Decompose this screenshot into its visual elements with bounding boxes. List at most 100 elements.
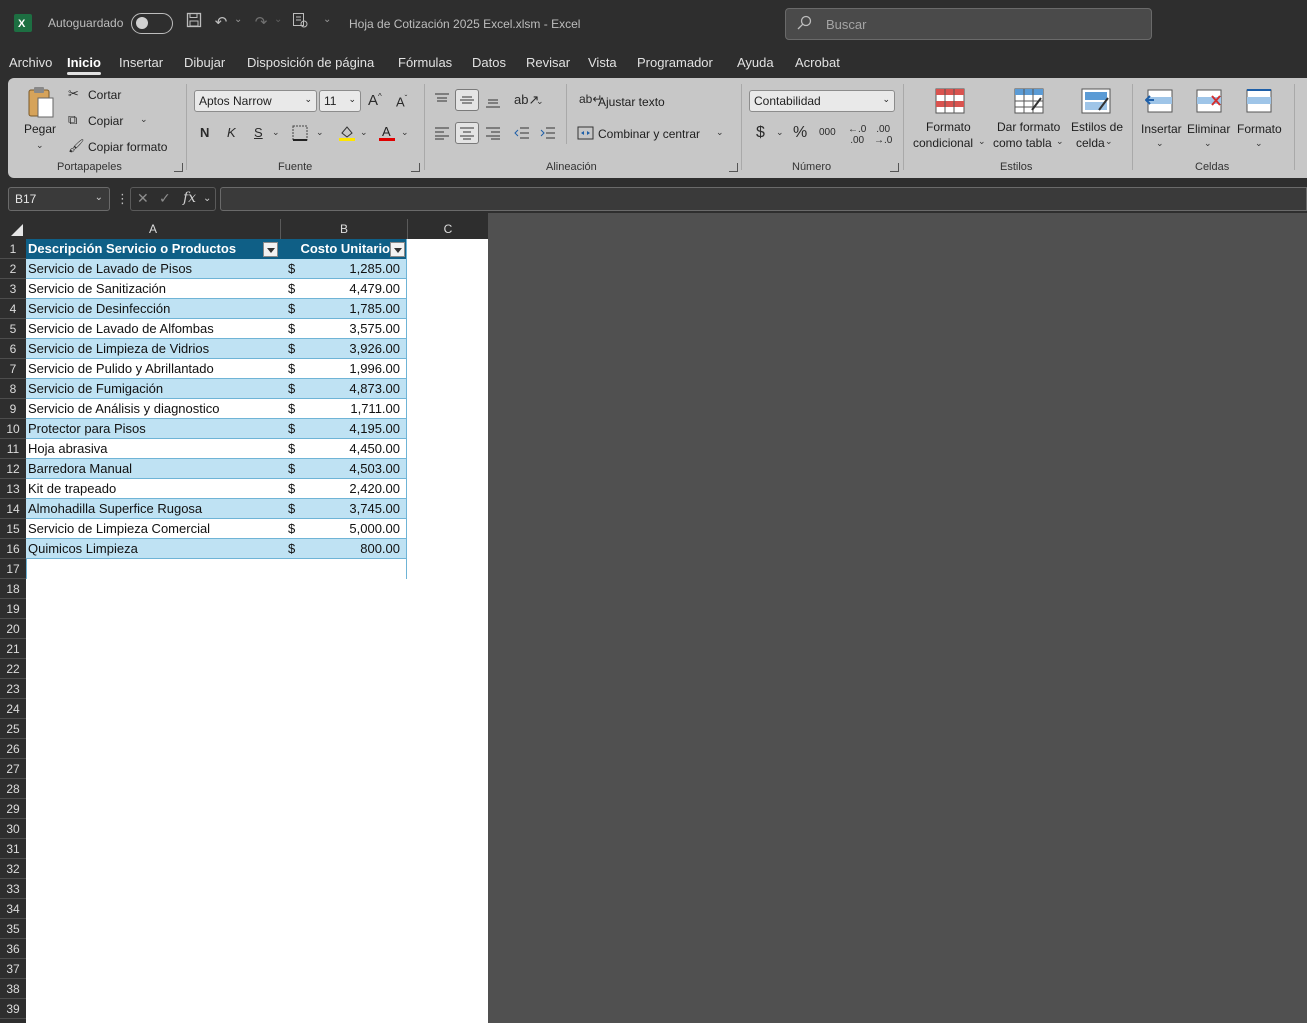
row-header[interactable]: 17 — [0, 559, 26, 579]
header-unit-cost[interactable]: Costo Unitario — [282, 239, 390, 259]
row-header[interactable]: 38 — [0, 979, 26, 999]
row-header[interactable]: 23 — [0, 679, 26, 699]
font-name-select[interactable]: Aptos Narrow ⌄ — [194, 90, 317, 112]
column-header-c[interactable]: C — [408, 219, 488, 239]
cell-description[interactable]: Servicio de Desinfección — [28, 299, 280, 319]
row-header[interactable]: 32 — [0, 859, 26, 879]
cell-description[interactable]: Servicio de Sanitización — [28, 279, 280, 299]
cell-description[interactable]: Almohadilla Superfice Rugosa — [28, 499, 280, 519]
cell-unit-cost[interactable]: 1,285.00 — [282, 259, 400, 279]
format-painter-button[interactable]: Copiar formato — [88, 140, 167, 154]
decrease-indent-icon[interactable] — [514, 125, 530, 141]
row-header[interactable]: 11 — [0, 439, 26, 459]
cell-description[interactable]: Hoja abrasiva — [28, 439, 280, 459]
row-header[interactable]: 12 — [0, 459, 26, 479]
cell-description[interactable]: Barredora Manual — [28, 459, 280, 479]
cell-description[interactable]: Servicio de Limpieza de Vidrios — [28, 339, 280, 359]
insert-dropdown-icon[interactable]: ⌄ — [1156, 138, 1164, 149]
conditional-dropdown-icon[interactable]: ⌄ — [978, 136, 986, 147]
align-left-icon[interactable] — [434, 125, 450, 141]
customize-toolbar-icon[interactable]: ⌄ — [323, 14, 331, 25]
cell-description[interactable]: Servicio de Análisis y diagnostico — [28, 399, 280, 419]
format-dropdown-icon[interactable]: ⌄ — [1255, 138, 1263, 149]
more-options-icon[interactable]: ⋮ — [116, 191, 129, 207]
cell-unit-cost[interactable]: 1,785.00 — [282, 299, 400, 319]
select-all-button[interactable] — [0, 219, 26, 239]
delete-cells-button[interactable]: Eliminar — [1187, 122, 1230, 136]
align-bottom-icon[interactable] — [485, 92, 501, 108]
search-box[interactable]: Buscar — [785, 8, 1152, 40]
row-header[interactable]: 5 — [0, 319, 26, 339]
filter-button-icon[interactable] — [263, 242, 278, 257]
borders-dropdown-icon[interactable]: ⌄ — [316, 127, 324, 138]
row-header[interactable]: 7 — [0, 359, 26, 379]
formula-input[interactable] — [220, 187, 1307, 211]
tab-revisar[interactable]: Revisar — [526, 55, 570, 70]
cell-unit-cost[interactable]: 1,711.00 — [282, 399, 400, 419]
copy-button[interactable]: Copiar — [88, 114, 123, 128]
row-header[interactable]: 14 — [0, 499, 26, 519]
decrease-decimal-icon[interactable]: .00 →.0 — [874, 124, 892, 146]
redo-dropdown-icon[interactable]: ⌄ — [274, 14, 282, 25]
tab-formulas[interactable]: Fórmulas — [398, 55, 452, 70]
font-color-icon[interactable]: A — [378, 124, 396, 142]
row-header[interactable]: 37 — [0, 959, 26, 979]
column-header-b[interactable]: B — [281, 219, 408, 239]
fill-color-dropdown-icon[interactable]: ⌄ — [360, 127, 368, 138]
wrap-text-button[interactable]: Ajustar texto — [598, 95, 665, 109]
increase-font-icon[interactable]: A^ — [368, 92, 382, 109]
clipboard-launcher-icon[interactable] — [174, 163, 183, 172]
undo-icon[interactable]: ↶ — [210, 12, 232, 34]
column-header-a[interactable]: A — [26, 219, 281, 239]
row-header[interactable]: 20 — [0, 619, 26, 639]
row-header[interactable]: 21 — [0, 639, 26, 659]
tab-datos[interactable]: Datos — [472, 55, 506, 70]
orientation-dropdown-icon[interactable]: ⌄ — [536, 96, 544, 107]
row-header[interactable]: 39 — [0, 999, 26, 1019]
row-header[interactable]: 27 — [0, 759, 26, 779]
merge-center-button[interactable]: Combinar y centrar — [598, 127, 700, 141]
cell-area[interactable]: Descripción Servicio o Productos Costo U… — [26, 239, 488, 1023]
cell-description[interactable]: Quimicos Limpieza — [28, 539, 280, 559]
cell-unit-cost[interactable]: 5,000.00 — [282, 519, 400, 539]
undo-dropdown-icon[interactable]: ⌄ — [234, 14, 242, 25]
row-header[interactable]: 4 — [0, 299, 26, 319]
row-header[interactable]: 34 — [0, 899, 26, 919]
cell-description[interactable]: Protector para Pisos — [28, 419, 280, 439]
align-middle-button[interactable] — [455, 89, 479, 111]
tab-programador[interactable]: Programador — [637, 55, 713, 70]
row-header[interactable]: 10 — [0, 419, 26, 439]
row-header[interactable]: 36 — [0, 939, 26, 959]
cell-styles-button[interactable]: celda — [1076, 136, 1105, 150]
cell-unit-cost[interactable]: 4,503.00 — [282, 459, 400, 479]
cell-unit-cost[interactable]: 800.00 — [282, 539, 400, 559]
row-header[interactable]: 33 — [0, 879, 26, 899]
row-header[interactable]: 9 — [0, 399, 26, 419]
row-header[interactable]: 3 — [0, 279, 26, 299]
cell-unit-cost[interactable]: 4,195.00 — [282, 419, 400, 439]
row-header[interactable]: 6 — [0, 339, 26, 359]
cancel-icon[interactable]: ✕ — [137, 190, 149, 207]
row-header[interactable]: 2 — [0, 259, 26, 279]
align-top-icon[interactable] — [434, 92, 450, 108]
tab-ayuda[interactable]: Ayuda — [737, 55, 774, 70]
paste-button[interactable]: Pegar ⌄ — [22, 84, 60, 154]
merge-dropdown-icon[interactable]: ⌄ — [716, 127, 724, 138]
font-size-select[interactable]: 11 ⌄ — [319, 90, 361, 112]
cell-unit-cost[interactable]: 4,479.00 — [282, 279, 400, 299]
fx-dropdown-icon[interactable]: ⌄ — [203, 193, 211, 204]
tab-archivo[interactable]: Archivo — [9, 55, 52, 70]
tab-inicio[interactable]: Inicio — [67, 55, 101, 75]
tab-dibujar[interactable]: Dibujar — [184, 55, 225, 70]
font-color-dropdown-icon[interactable]: ⌄ — [401, 127, 409, 138]
row-header[interactable]: 22 — [0, 659, 26, 679]
cell-description[interactable]: Servicio de Fumigación — [28, 379, 280, 399]
cell-unit-cost[interactable]: 3,926.00 — [282, 339, 400, 359]
accounting-dropdown-icon[interactable]: ⌄ — [776, 127, 784, 138]
row-header[interactable]: 24 — [0, 699, 26, 719]
tab-vista[interactable]: Vista — [588, 55, 617, 70]
increase-indent-icon[interactable] — [540, 125, 556, 141]
cell-unit-cost[interactable]: 1,996.00 — [282, 359, 400, 379]
thousands-button[interactable]: 000 — [819, 127, 836, 138]
align-center-button[interactable] — [455, 122, 479, 144]
